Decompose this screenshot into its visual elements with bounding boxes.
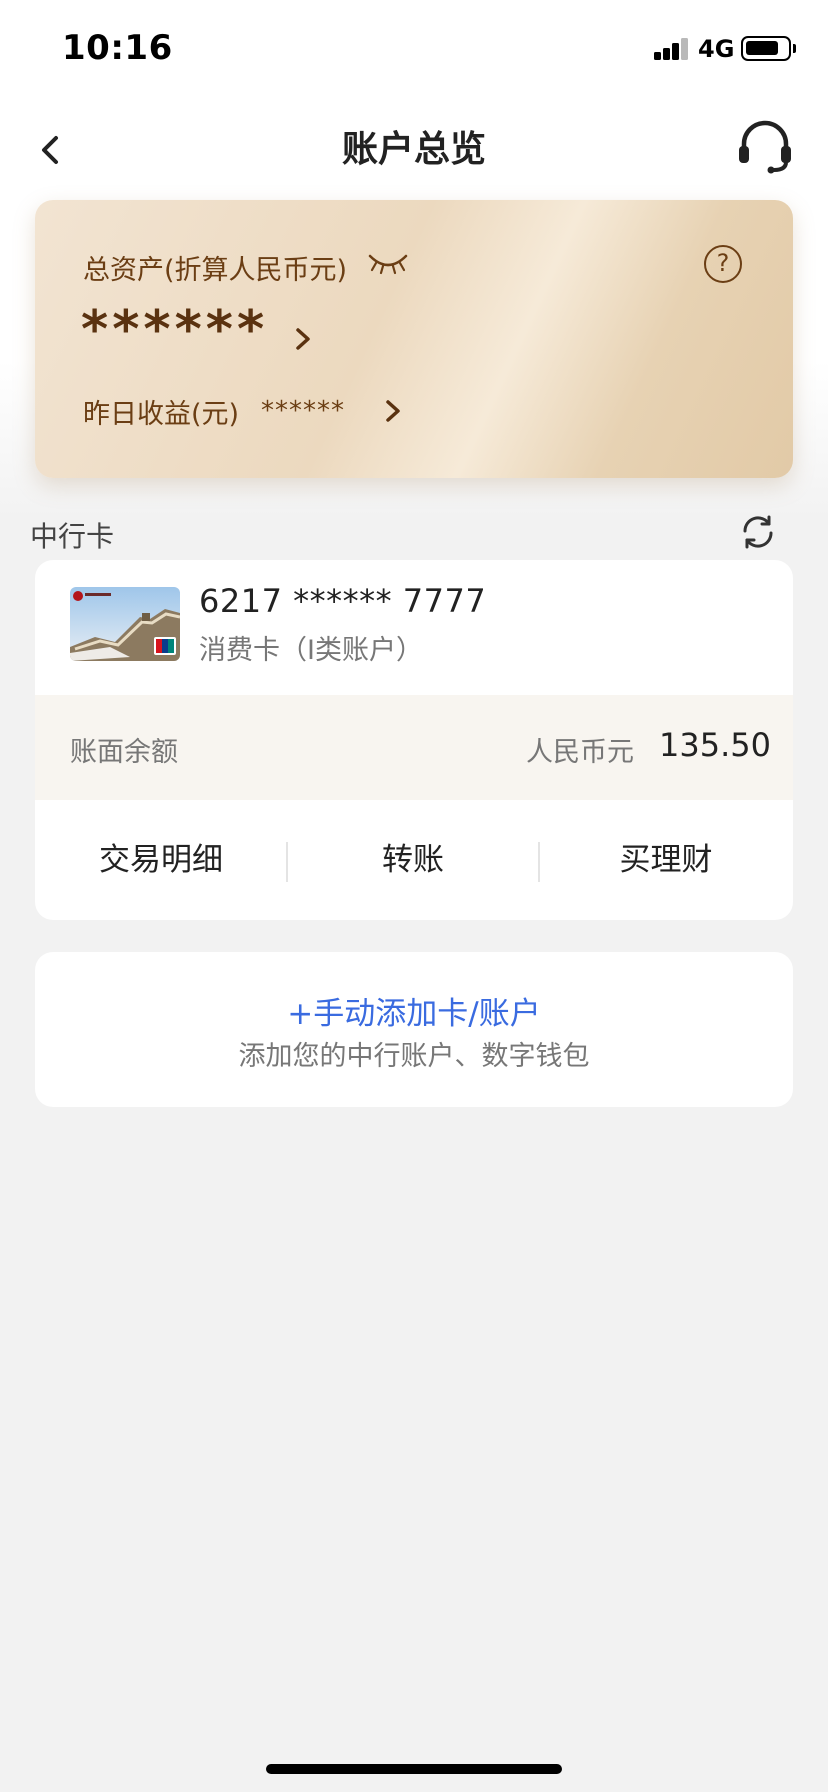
refresh-icon <box>743 515 773 549</box>
eye-closed-icon[interactable] <box>367 250 409 276</box>
balance-currency: 人民币元 <box>526 737 634 768</box>
help-icon[interactable]: ? <box>704 245 742 283</box>
chevron-right-icon[interactable] <box>380 394 406 428</box>
page-title: 账户总览 <box>341 129 486 170</box>
buy-wealth-product-button[interactable]: 买理财 <box>539 800 793 920</box>
total-assets-label: 总资产(折算人民币元) <box>83 255 348 286</box>
balance-row: 账面余额 人民币元 135.50 <box>35 695 793 800</box>
network-type: 4G <box>698 35 735 63</box>
card-number: 6217 ****** 7777 <box>199 582 487 620</box>
headset-icon <box>739 120 791 174</box>
total-assets-card[interactable]: 总资产(折算人民币元) ? ****** 昨日收益(元) ****** <box>35 200 793 478</box>
battery-icon <box>741 36 796 61</box>
status-time: 10:16 <box>62 28 173 68</box>
add-account-button[interactable]: +手动添加卡/账户 <box>35 988 793 1033</box>
yesterday-earnings-value: ****** <box>261 396 345 426</box>
card-type: 消费卡（I类账户） <box>199 635 423 666</box>
navigation-bar: 账户总览 <box>0 100 828 200</box>
yesterday-earnings-label: 昨日收益(元) <box>83 399 240 430</box>
bank-card-panel: 6217 ****** 7777 消费卡（I类账户） 账面余额 人民币元 135… <box>35 560 793 920</box>
status-bar: 10:16 4G <box>0 0 828 100</box>
add-account-description: 添加您的中行账户、数字钱包 <box>238 1041 590 1072</box>
transaction-details-button[interactable]: 交易明细 <box>35 800 287 920</box>
transfer-button[interactable]: 转账 <box>287 800 539 920</box>
card-actions: 交易明细 转账 买理财 <box>35 800 793 920</box>
balance-label: 账面余额 <box>70 737 178 768</box>
home-indicator[interactable] <box>266 1764 562 1774</box>
bank-card-thumbnail[interactable] <box>70 587 180 661</box>
signal-strength-icon <box>654 38 690 60</box>
section-title-boc-cards: 中行卡 <box>30 520 115 553</box>
chevron-right-icon[interactable] <box>290 322 316 356</box>
balance-amount: 135.50 <box>659 726 771 764</box>
refresh-button[interactable] <box>738 510 778 554</box>
add-account-panel[interactable]: +手动添加卡/账户 添加您的中行账户、数字钱包 <box>35 952 793 1107</box>
customer-service-button[interactable] <box>730 112 800 184</box>
account-overview-screen: 10:16 4G 账户总览 总资产(折算人民币元) ? ****** 昨日收益(… <box>0 0 828 1792</box>
total-assets-amount: ****** <box>81 300 269 360</box>
